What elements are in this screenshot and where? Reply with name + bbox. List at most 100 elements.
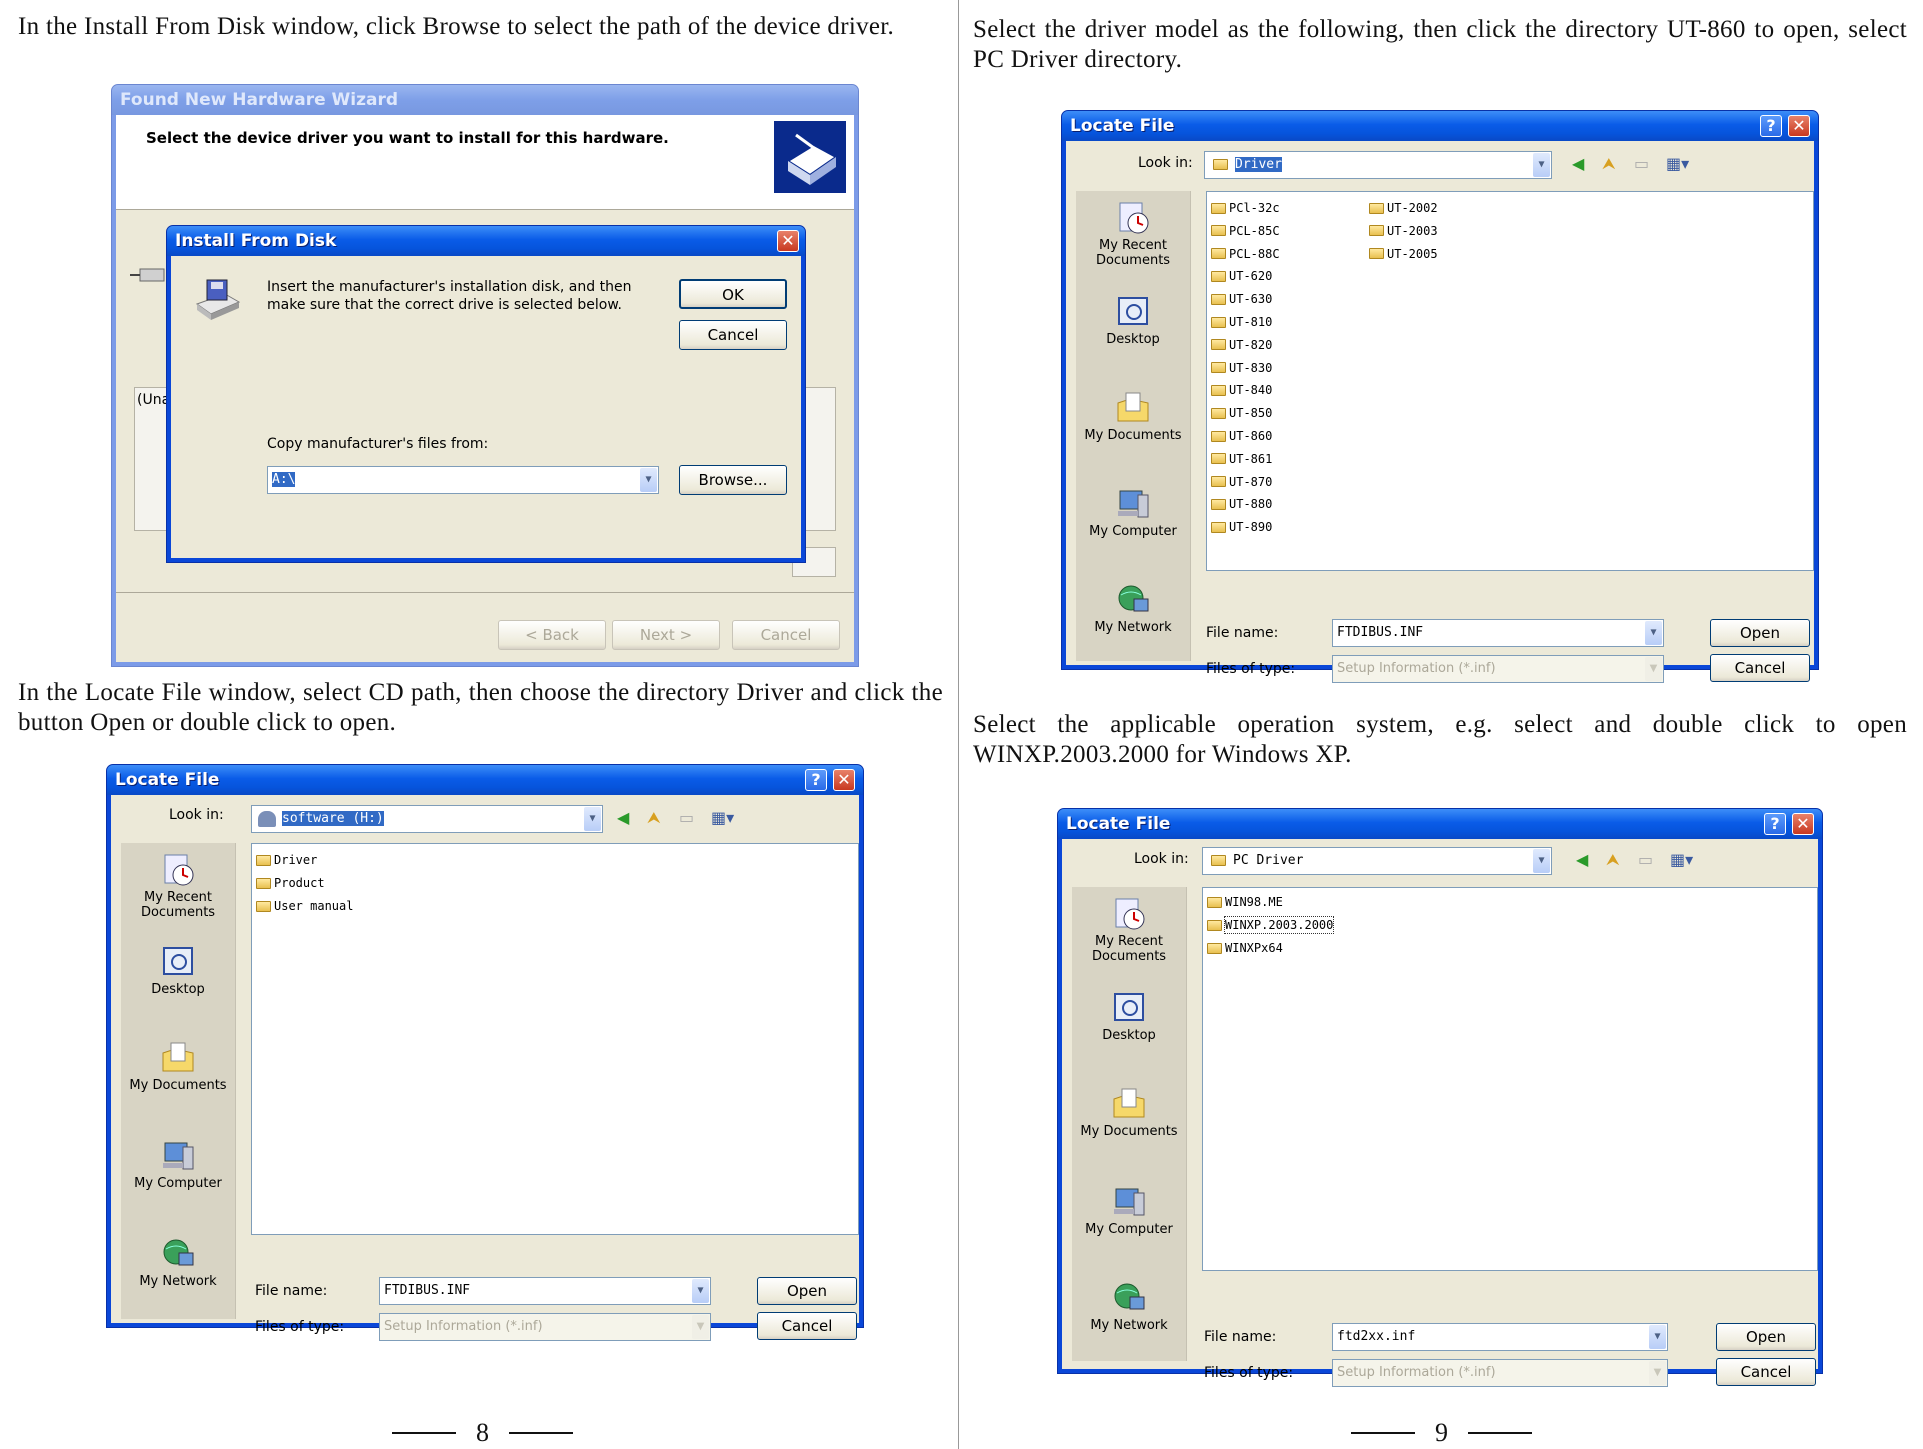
- open-button[interactable]: Open: [1716, 1323, 1816, 1351]
- place-my-network[interactable]: My Network: [1076, 583, 1190, 635]
- place-my-computer[interactable]: My Computer: [121, 1139, 235, 1191]
- up-folder-icon[interactable]: ⮝: [647, 807, 661, 829]
- files-of-type-label: Files of type:: [255, 1319, 345, 1335]
- cancel-button[interactable]: Cancel: [757, 1312, 857, 1340]
- wizard-back-button[interactable]: < Back: [498, 620, 606, 650]
- cancel-button[interactable]: Cancel: [1710, 654, 1810, 682]
- folder-item[interactable]: UT-2002: [1369, 200, 1438, 216]
- help-button[interactable]: ?: [1764, 813, 1786, 835]
- views-menu-icon[interactable]: ▦▾: [711, 807, 734, 829]
- network-globe-icon: [1116, 583, 1150, 617]
- back-icon[interactable]: ◀: [1576, 849, 1588, 871]
- copy-path-combo[interactable]: A:\ ▼: [267, 466, 659, 494]
- up-folder-icon[interactable]: ⮝: [1602, 153, 1616, 175]
- folder-item-winxpx64[interactable]: WINXPx64: [1207, 940, 1283, 956]
- chevron-down-icon[interactable]: ▼: [584, 807, 601, 831]
- help-button[interactable]: ?: [805, 769, 827, 791]
- folder-item[interactable]: UT-620: [1211, 268, 1272, 284]
- folder-item-product[interactable]: Product: [256, 875, 325, 891]
- look-in-combo[interactable]: Driver ▼: [1204, 151, 1552, 179]
- instruction-select-os: Select the applicable operation system, …: [973, 711, 1907, 768]
- folder-icon: [1211, 270, 1226, 282]
- open-button[interactable]: Open: [757, 1277, 857, 1305]
- file-name-combo[interactable]: ftd2xx.inf ▼: [1332, 1323, 1668, 1351]
- install-message: Insert the manufacturer's installation d…: [267, 279, 632, 313]
- close-button[interactable]: ✕: [1788, 115, 1810, 137]
- close-button[interactable]: ✕: [833, 769, 855, 791]
- place-my-documents[interactable]: My Documents: [1072, 1087, 1186, 1139]
- place-my-computer[interactable]: My Computer: [1076, 487, 1190, 539]
- folder-icon: [1213, 159, 1228, 170]
- chevron-down-icon[interactable]: ▼: [692, 1279, 709, 1303]
- folder-item[interactable]: UT-850: [1211, 405, 1272, 421]
- chevron-down-icon[interactable]: ▼: [1645, 621, 1662, 645]
- file-name-combo[interactable]: FTDIBUS.INF ▼: [1332, 619, 1664, 647]
- cancel-button[interactable]: Cancel: [1716, 1358, 1816, 1386]
- help-button[interactable]: ?: [1760, 115, 1782, 137]
- folder-item[interactable]: UT-2005: [1369, 246, 1438, 262]
- folder-item[interactable]: UT-830: [1211, 360, 1272, 376]
- wizard-cancel-button[interactable]: Cancel: [732, 620, 840, 650]
- back-icon[interactable]: ◀: [617, 807, 629, 829]
- place-my-recent-documents[interactable]: My Recent Documents: [1072, 897, 1186, 964]
- folder-item[interactable]: UT-861: [1211, 451, 1272, 467]
- files-of-type-combo[interactable]: Setup Information (*.inf) ▼: [379, 1313, 711, 1341]
- copy-files-label: Copy manufacturer's files from:: [267, 436, 489, 452]
- folder-item[interactable]: UT-870: [1211, 474, 1272, 490]
- place-my-recent-documents[interactable]: My Recent Documents: [1076, 201, 1190, 268]
- locate-file-title: Locate File: [1062, 111, 1818, 141]
- place-desktop[interactable]: Desktop: [1076, 295, 1190, 347]
- views-menu-icon[interactable]: ▦▾: [1666, 153, 1689, 175]
- folder-item[interactable]: UT-880: [1211, 496, 1272, 512]
- folder-item-winxp-2003-2000[interactable]: WINXP.2003.2000: [1207, 916, 1335, 934]
- place-my-computer[interactable]: My Computer: [1072, 1185, 1186, 1237]
- cancel-button[interactable]: Cancel: [679, 320, 787, 350]
- look-in-combo[interactable]: software (H:) ▼: [251, 805, 603, 833]
- place-desktop[interactable]: Desktop: [1072, 991, 1186, 1043]
- file-list: PCl-32c PCL-85C PCL-88C UT-620 UT-630 UT-810 U…: [1206, 191, 1814, 571]
- place-my-network[interactable]: My Network: [1072, 1281, 1186, 1333]
- place-my-documents[interactable]: My Documents: [1076, 391, 1190, 443]
- file-name-combo[interactable]: FTDIBUS.INF ▼: [379, 1277, 711, 1305]
- chevron-down-icon[interactable]: ▼: [1649, 1325, 1666, 1349]
- folder-item[interactable]: UT-890: [1211, 519, 1272, 535]
- folder-item[interactable]: PCl-32c: [1211, 200, 1280, 216]
- chevron-down-icon[interactable]: ▼: [1533, 849, 1550, 873]
- views-menu-icon[interactable]: ▦▾: [1670, 849, 1693, 871]
- close-button[interactable]: ✕: [1792, 813, 1814, 835]
- files-of-type-combo[interactable]: Setup Information (*.inf) ▼: [1332, 1359, 1668, 1387]
- folder-item-driver[interactable]: Driver: [256, 852, 317, 868]
- clock-icon: [161, 853, 195, 887]
- wizard-next-button[interactable]: Next >: [612, 620, 720, 650]
- close-button[interactable]: ✕: [777, 230, 799, 252]
- folder-item[interactable]: UT-810: [1211, 314, 1272, 330]
- browse-button[interactable]: Browse...: [679, 465, 787, 495]
- file-name-label: File name:: [1206, 625, 1279, 641]
- place-desktop[interactable]: Desktop: [121, 945, 235, 997]
- place-my-documents[interactable]: My Documents: [121, 1041, 235, 1093]
- up-folder-icon[interactable]: ⮝: [1606, 849, 1620, 871]
- folder-item[interactable]: UT-2003: [1369, 223, 1438, 239]
- folder-item[interactable]: UT-840: [1211, 382, 1272, 398]
- network-globe-icon: [1112, 1281, 1146, 1315]
- chevron-down-icon[interactable]: ▼: [640, 468, 657, 492]
- drive-icon: [258, 811, 276, 827]
- place-my-network[interactable]: My Network: [121, 1237, 235, 1289]
- open-button[interactable]: Open: [1710, 619, 1810, 647]
- files-of-type-combo[interactable]: Setup Information (*.inf) ▼: [1332, 655, 1664, 683]
- folder-item[interactable]: PCL-85C: [1211, 223, 1280, 239]
- folder-item[interactable]: UT-820: [1211, 337, 1272, 353]
- folder-item[interactable]: UT-860: [1211, 428, 1272, 444]
- ok-button[interactable]: OK: [679, 279, 787, 309]
- back-icon[interactable]: ◀: [1572, 153, 1584, 175]
- new-folder-icon[interactable]: ▭: [1634, 153, 1649, 175]
- chevron-down-icon[interactable]: ▼: [1533, 153, 1550, 177]
- new-folder-icon[interactable]: ▭: [679, 807, 694, 829]
- new-folder-icon[interactable]: ▭: [1638, 849, 1653, 871]
- folder-item[interactable]: UT-630: [1211, 291, 1272, 307]
- look-in-combo[interactable]: PC Driver ▼: [1202, 847, 1552, 875]
- folder-item-win98-me[interactable]: WIN98.ME: [1207, 894, 1283, 910]
- folder-item-user-manual[interactable]: User manual: [256, 898, 353, 914]
- folder-item[interactable]: PCL-88C: [1211, 246, 1280, 262]
- place-my-recent-documents[interactable]: My Recent Documents: [121, 853, 235, 920]
